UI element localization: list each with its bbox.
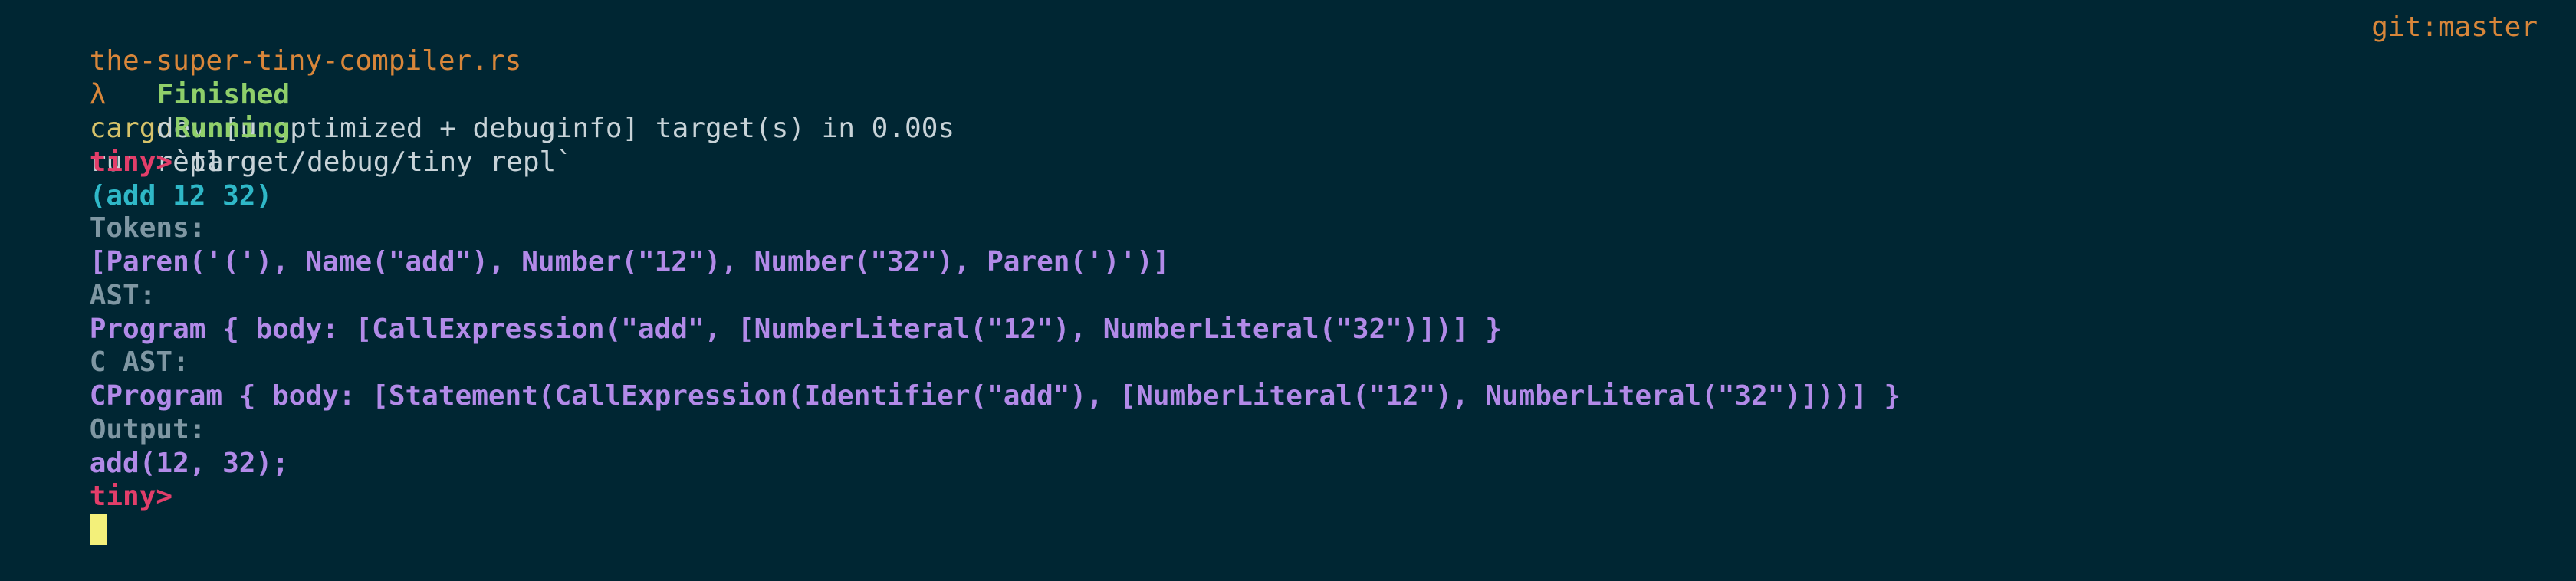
output-line: Output: add(12, 32); xyxy=(23,379,289,479)
cargo-running-line: Running `target/debug/tiny repl` xyxy=(107,78,573,178)
tokens-line: Tokens: [Paren('('), Name("add"), Number… xyxy=(23,178,1170,277)
repl-input-line: tiny> (add 12 32) xyxy=(23,112,272,212)
ast-line: AST: Program { body: [CallExpression("ad… xyxy=(23,245,1502,345)
terminal-window[interactable]: the-super-tiny-compiler.rs λ cargo run r… xyxy=(0,0,2576,545)
tokens-label: Tokens: xyxy=(89,212,206,244)
c-ast-line: C AST: CProgram { body: [Statement(CallE… xyxy=(23,312,1901,412)
c-ast-value: CProgram { body: [Statement(CallExpressi… xyxy=(89,380,1901,412)
c-ast-label: C AST: xyxy=(89,346,189,378)
git-branch-indicator: git:master xyxy=(2371,11,2538,43)
shell-prompt-line: the-super-tiny-compiler.rs λ cargo run r… xyxy=(23,11,522,178)
cargo-finished-line: Finished dev [unoptimized + debuginfo] t… xyxy=(90,44,955,144)
repl-prompt-active: tiny> xyxy=(89,481,173,512)
repl-prompt: tiny> xyxy=(89,146,173,178)
repl-active-prompt-line[interactable]: tiny> xyxy=(23,446,172,545)
running-details: `target/debug/tiny repl` xyxy=(173,146,573,178)
text-cursor[interactable] xyxy=(89,514,107,545)
ast-label: AST: xyxy=(89,280,156,311)
output-label: Output: xyxy=(89,414,206,445)
